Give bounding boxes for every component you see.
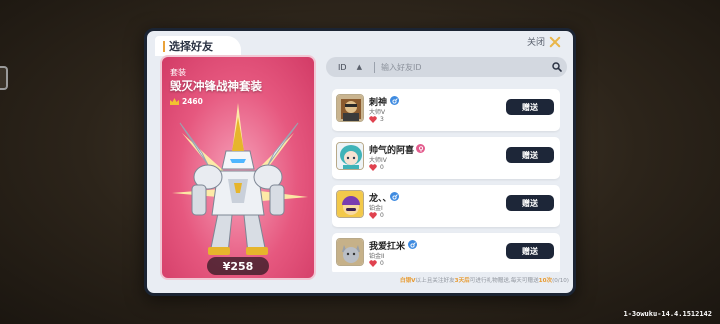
female-icon — [416, 144, 425, 153]
heart-icon — [369, 116, 377, 123]
gift-button[interactable]: 赠送 — [506, 99, 554, 115]
male-icon — [390, 96, 399, 105]
search-icon[interactable] — [547, 57, 567, 77]
price-tag: ¥258 — [207, 257, 269, 275]
gray-cat-avatar — [336, 238, 364, 266]
search-filter-value: ID — [338, 62, 347, 72]
gift-button[interactable]: 赠送 — [506, 147, 554, 163]
crown-icon — [170, 98, 179, 105]
friend-rank: 大师V — [369, 109, 386, 116]
close-button[interactable]: 关闭 — [527, 35, 561, 48]
friend-like-count: 0 — [380, 260, 384, 267]
male-icon — [390, 192, 399, 201]
title-accent-bar — [163, 40, 165, 52]
heart-icon — [369, 164, 377, 171]
version-label: 1-3owuku-14.4.1512142 — [623, 310, 712, 318]
modal-title: 选择好友 — [169, 40, 213, 53]
mecha-robot-image — [172, 103, 308, 255]
close-icon[interactable] — [549, 36, 561, 48]
friend-like-count: 0 — [380, 212, 384, 219]
rule-times: 10次 — [538, 278, 553, 284]
friend-list[interactable]: 刺神 大师V 3 赠送 帅气的阿喜 大师IV 0 赠送 龙、、 铂金I 0 赠送… — [332, 89, 560, 272]
friend-likes: 0 — [369, 164, 384, 171]
friend-search-bar: ID ▲ — [326, 57, 567, 77]
friend-likes: 0 — [369, 260, 384, 267]
item-score: 2460 — [170, 97, 203, 106]
gift-rule-note: 白银V以上且关注好友3天后可进行礼物赠送,每天可赠送10次(0/10) — [327, 276, 569, 284]
item-preview-card: 套装 毁灭冲锋战神套装 2460 ¥258 — [160, 55, 316, 280]
friend-id-input[interactable] — [375, 57, 547, 77]
friend-row: 龙、、 铂金I 0 赠送 — [332, 185, 560, 227]
teal-hair-girl-avatar — [336, 142, 364, 170]
heart-icon — [369, 212, 377, 219]
friend-rank: 铂金I — [369, 205, 383, 212]
close-label: 关闭 — [526, 38, 545, 48]
item-price: ¥258 — [222, 259, 254, 273]
friend-rank: 大师IV — [369, 157, 387, 164]
male-icon — [408, 240, 417, 249]
friend-rank: 铂金II — [369, 253, 385, 260]
modal-title-tab: 选择好友 — [155, 36, 241, 56]
select-friend-modal: 选择好友 关闭 套装 毁灭冲锋战神套装 2460 ¥258 ID ▲ 输入好友I… — [144, 28, 576, 296]
gift-button[interactable]: 赠送 — [506, 243, 554, 259]
search-filter-dropdown[interactable]: ID ▲ — [326, 57, 374, 77]
rule-rank: 白银V — [399, 278, 416, 284]
rule-count: (0/10) — [552, 278, 569, 284]
rule-text-1: 以上且关注好友 — [415, 278, 455, 284]
item-type-label: 套装 — [170, 68, 186, 77]
purple-beanie-avatar — [336, 190, 364, 218]
friend-like-count: 3 — [380, 116, 384, 123]
side-drawer-handle[interactable] — [0, 66, 8, 90]
item-name: 毁灭冲锋战神套装 — [170, 79, 262, 93]
heart-icon — [369, 260, 377, 267]
friend-like-count: 0 — [380, 164, 384, 171]
item-score-value: 2460 — [182, 97, 203, 106]
chevron-up-icon: ▲ — [356, 63, 362, 71]
friend-row: 帅气的阿喜 大师IV 0 赠送 — [332, 137, 560, 179]
rule-days: 3天后 — [454, 278, 470, 284]
ninja-avatar — [336, 94, 364, 122]
friend-row: 刺神 大师V 3 赠送 — [332, 89, 560, 131]
rule-text-2: 可进行礼物赠送,每天可赠送 — [469, 278, 539, 284]
friend-likes: 3 — [369, 116, 384, 123]
friend-row: 我爱扛米 铂金II 0 赠送 — [332, 233, 560, 272]
gift-button[interactable]: 赠送 — [506, 195, 554, 211]
friend-likes: 0 — [369, 212, 384, 219]
